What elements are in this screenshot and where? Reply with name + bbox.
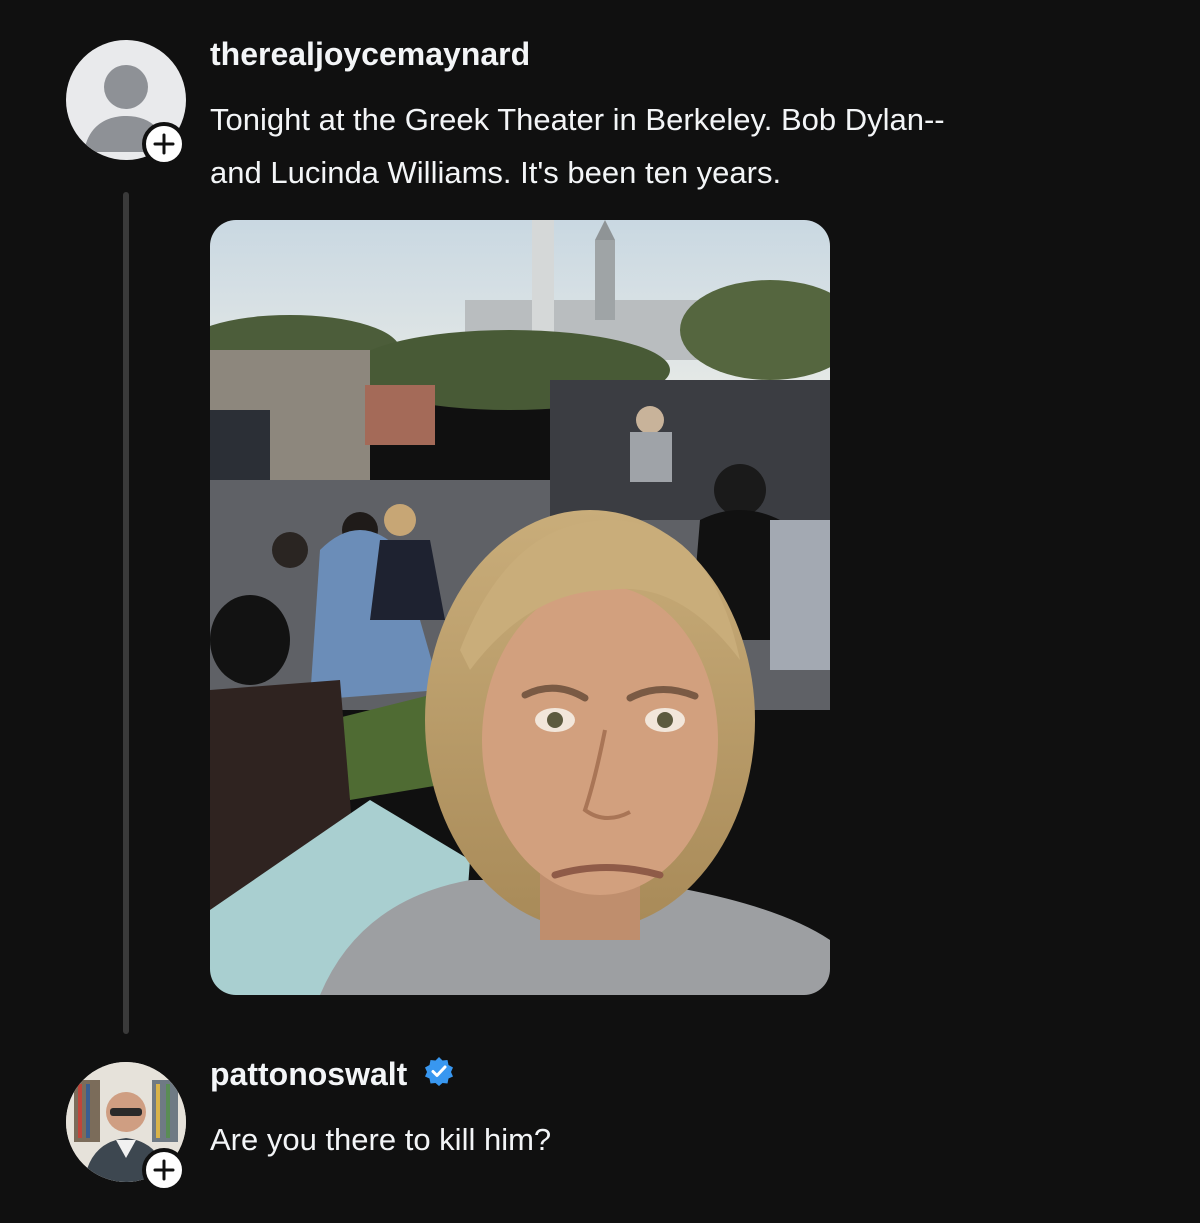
verified-badge-icon [424, 1056, 454, 1094]
post-username[interactable]: therealjoycemaynard [210, 36, 530, 73]
thread-connector-line [123, 192, 129, 1034]
plus-icon [153, 133, 175, 155]
follow-button[interactable] [142, 122, 186, 166]
post-photo[interactable] [210, 220, 830, 995]
author-avatar[interactable] [66, 40, 186, 166]
plus-icon [153, 1159, 175, 1181]
post-text-line: and Lucinda Williams. It's been ten year… [210, 155, 782, 190]
post-text-line: Tonight at the Greek Theater in Berkeley… [210, 102, 945, 137]
post-text: Tonight at the Greek Theater in Berkeley… [210, 93, 945, 199]
selfie-photo-illustration [210, 220, 830, 995]
reply-author-avatar[interactable] [66, 1062, 186, 1192]
reply-post: pattonoswalt Are you there to kill him? [0, 1040, 1200, 1223]
reply-username-row: pattonoswalt [210, 1056, 454, 1096]
reply-username[interactable]: pattonoswalt [210, 1056, 407, 1092]
reply-text: Are you there to kill him? [210, 1122, 552, 1157]
reply-follow-button[interactable] [142, 1148, 186, 1192]
original-post: therealjoycemaynard Tonight at the Greek… [0, 0, 1200, 1040]
